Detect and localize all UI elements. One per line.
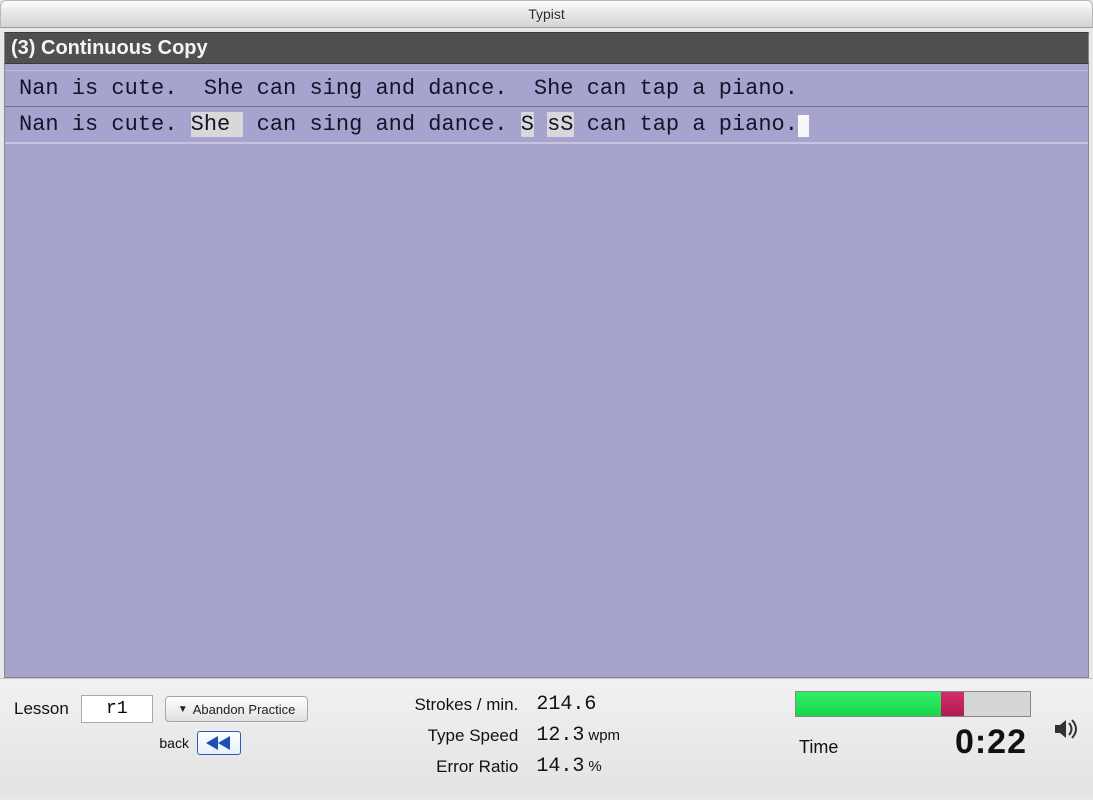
abandon-practice-button[interactable]: ▼ Abandon Practice xyxy=(165,696,309,722)
typed-error-segment: S xyxy=(521,112,534,137)
progress-correct-segment xyxy=(796,692,941,716)
back-label: back xyxy=(159,735,189,751)
status-bar: Lesson ▼ Abandon Practice back Strokes /… xyxy=(0,678,1093,796)
error-label: Error Ratio xyxy=(366,757,536,777)
back-button[interactable] xyxy=(197,731,241,755)
lesson-group: Lesson ▼ Abandon Practice back xyxy=(14,695,308,755)
progress-bar xyxy=(795,691,1031,717)
typed-error-segment: She xyxy=(191,112,244,137)
window-titlebar: Typist xyxy=(0,0,1093,28)
target-line: Nan is cute. She can sing and dance. She… xyxy=(5,70,1088,106)
speed-label: Type Speed xyxy=(366,726,536,746)
time-block: Time 0:22 xyxy=(795,691,1031,762)
typed-line: Nan is cute. She can sing and dance. S s… xyxy=(5,106,1088,144)
strokes-label: Strokes / min. xyxy=(366,695,536,715)
time-label: Time xyxy=(799,737,838,758)
window-title: Typist xyxy=(528,6,565,22)
error-value: 14.3% xyxy=(536,755,646,778)
typed-segment xyxy=(534,112,547,137)
time-value: 0:22 xyxy=(955,723,1027,762)
progress-error-segment xyxy=(941,692,964,716)
typed-segment: can tap a piano. xyxy=(574,112,798,137)
sound-button[interactable] xyxy=(1055,719,1079,743)
abandon-practice-label: Abandon Practice xyxy=(193,702,296,717)
speed-value: 12.3wpm xyxy=(536,724,646,747)
dropdown-triangle-icon: ▼ xyxy=(178,704,188,715)
lesson-label: Lesson xyxy=(14,699,69,719)
typed-error-segment: sS xyxy=(547,112,573,137)
speaker-icon xyxy=(1055,719,1079,739)
typed-segment: Nan is cute. xyxy=(19,112,191,137)
typing-pane[interactable]: Nan is cute. She can sing and dance. She… xyxy=(4,64,1089,678)
lesson-input[interactable] xyxy=(81,695,153,723)
text-cursor xyxy=(798,115,809,137)
strokes-value: 214.6 xyxy=(536,693,646,716)
lesson-header-title: (3) Continuous Copy xyxy=(11,37,208,60)
typed-segment: can sing and dance. xyxy=(243,112,520,137)
rewind-icon xyxy=(206,736,232,750)
stats-block: Strokes / min. 214.6 Type Speed 12.3wpm … xyxy=(366,693,646,778)
lesson-header: (3) Continuous Copy xyxy=(4,32,1089,64)
